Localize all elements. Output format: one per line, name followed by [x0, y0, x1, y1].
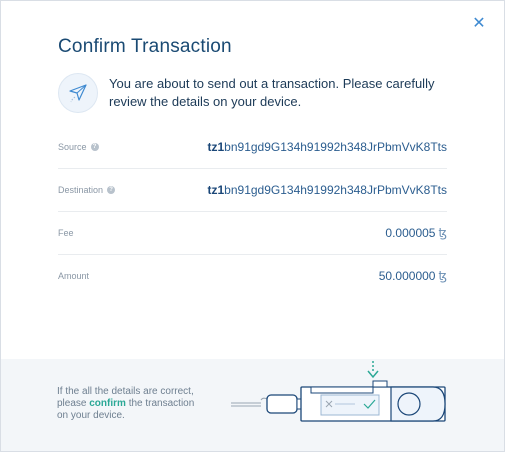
- confirm-transaction-modal: ✕ Confirm Transaction You are about to s…: [0, 0, 505, 452]
- modal-title: Confirm Transaction: [58, 36, 232, 57]
- destination-row: Destination ? tz1bn91gd9G134h91992h348Jr…: [58, 169, 447, 212]
- fee-value: 0.000005 ꜩ: [385, 226, 447, 240]
- help-icon[interactable]: ?: [107, 186, 116, 194]
- source-address-prefix: tz1: [207, 140, 225, 154]
- tez-currency-icon: ꜩ: [438, 226, 447, 240]
- source-row: Source ? tz1bn91gd9G134h91992h348JrPbmVv…: [58, 126, 447, 169]
- fee-row: Fee 0.000005 ꜩ: [58, 212, 447, 255]
- transaction-details: Source ? tz1bn91gd9G134h91992h348JrPbmVv…: [58, 126, 447, 297]
- source-address: tz1bn91gd9G134h91992h348JrPbmVvK8Tts: [208, 140, 448, 154]
- tez-currency-icon: ꜩ: [438, 269, 447, 283]
- close-icon[interactable]: ✕: [470, 15, 488, 33]
- source-label: Source: [58, 142, 87, 152]
- intro-message: You are about to send out a transaction.…: [58, 73, 448, 113]
- fee-label: Fee: [58, 228, 74, 238]
- fee-amount: 0.000005: [385, 226, 436, 240]
- footer-confirm-word: confirm: [89, 398, 126, 409]
- destination-address-rest: bn91gd9G134h91992h348JrPbmVvK8Tts: [224, 183, 447, 197]
- source-address-rest: bn91gd9G134h91992h348JrPbmVvK8Tts: [224, 140, 447, 154]
- paper-plane-icon: [58, 73, 98, 113]
- destination-label: Destination: [58, 185, 104, 195]
- device-instructions: If the all the details are correct, plea…: [1, 359, 504, 451]
- footer-text: If the all the details are correct, plea…: [57, 386, 207, 422]
- amount-value: 50.000000 ꜩ: [379, 269, 447, 283]
- destination-address-prefix: tz1: [207, 183, 225, 197]
- amount-row: Amount 50.000000 ꜩ: [58, 255, 447, 297]
- amount-label: Amount: [58, 271, 90, 281]
- help-icon[interactable]: ?: [90, 143, 99, 151]
- ledger-device-icon: [231, 361, 446, 422]
- amount-amount: 50.000000: [378, 269, 436, 283]
- intro-text: You are about to send out a transaction.…: [109, 76, 435, 109]
- destination-address: tz1bn91gd9G134h91992h348JrPbmVvK8Tts: [208, 183, 448, 197]
